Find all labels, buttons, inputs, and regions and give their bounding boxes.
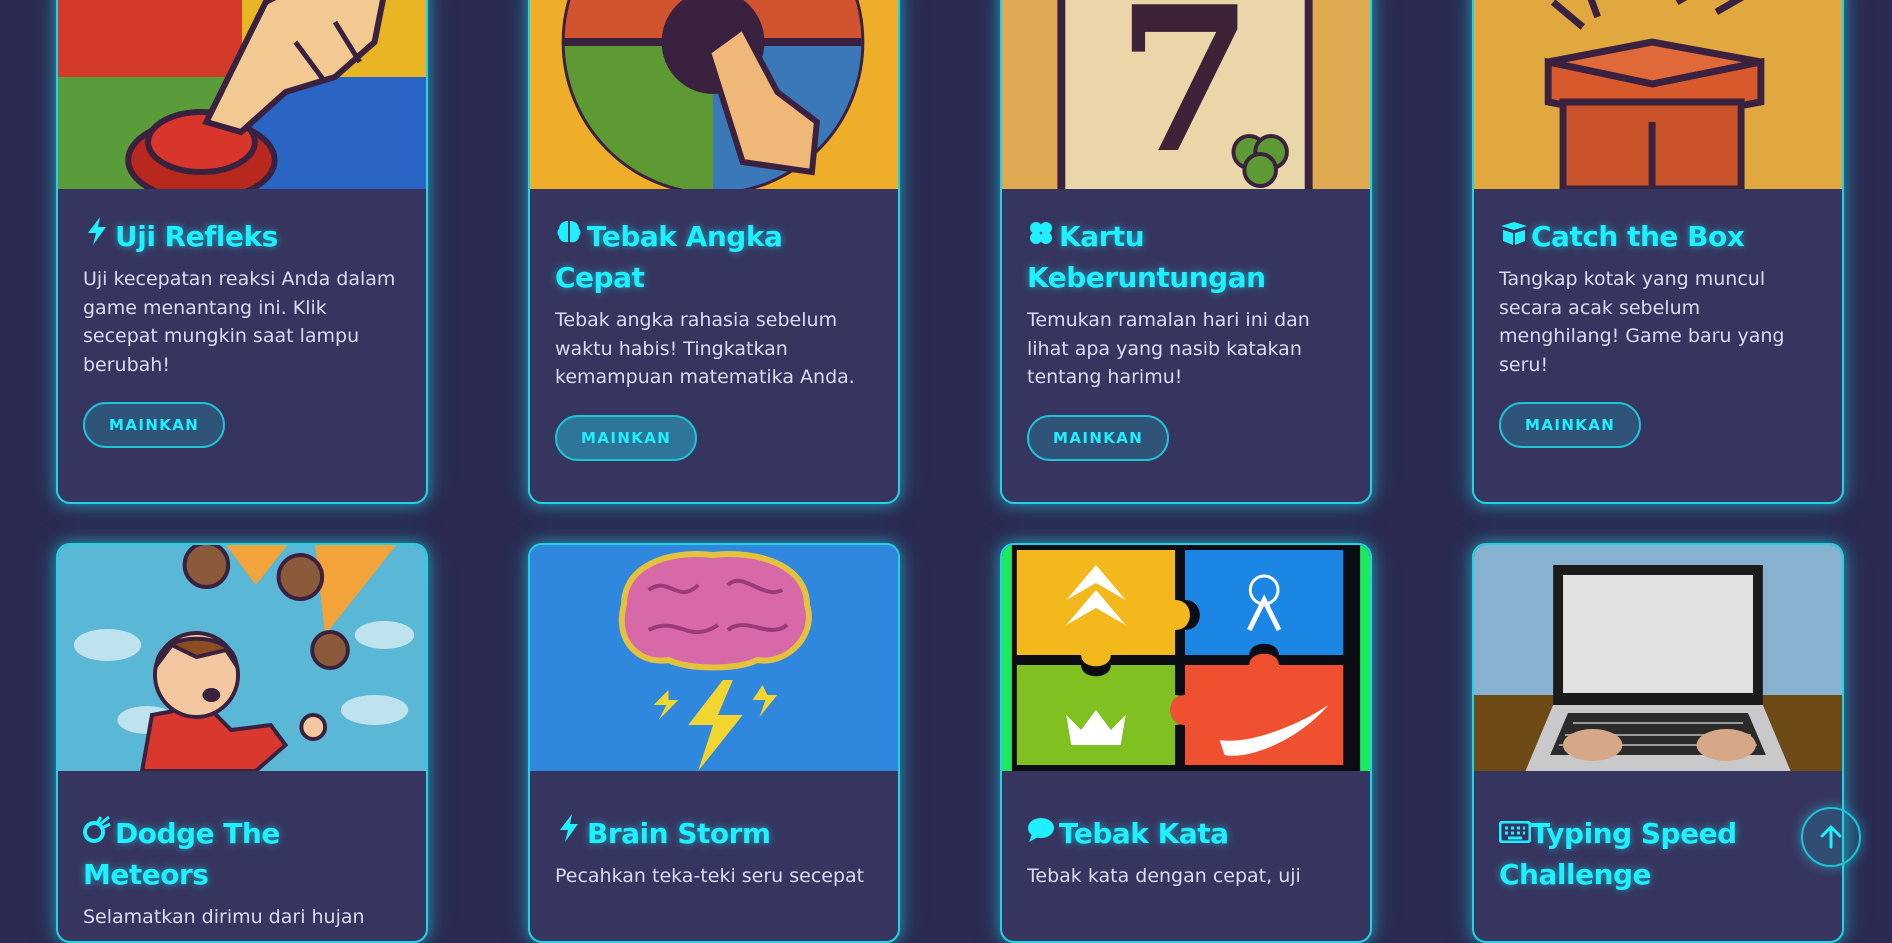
puzzle-logos-illustration — [1002, 545, 1370, 771]
game-thumbnail[interactable]: 7 — [1002, 0, 1370, 189]
game-title: Tebak Kata — [1027, 813, 1348, 854]
game-card-tebak-angka-cepat: Tebak Angka Cepat Tebak angka rahasia se… — [528, 0, 900, 504]
play-button[interactable]: MAINKAN — [83, 402, 226, 448]
meteor-illustration — [58, 545, 426, 771]
game-title: Uji Refleks — [83, 216, 404, 257]
game-card-body: Tebak Angka Cepat Tebak angka rahasia se… — [555, 216, 876, 461]
game-card-body: Tebak Kata Tebak kata dengan cepat, uji — [1027, 813, 1348, 891]
box-icon — [1499, 216, 1527, 257]
game-description: Temukan ramalan hari ini dan lihat apa y… — [1027, 309, 1310, 388]
play-button[interactable]: MAINKAN — [1027, 414, 1170, 461]
game-thumbnail[interactable] — [530, 545, 898, 771]
game-card-brain-storm: Brain Storm Pecahkan teka-teki seru sece… — [528, 543, 900, 943]
game-description: Tebak kata dengan cepat, uji — [1027, 865, 1301, 887]
game-thumbnail[interactable] — [1474, 0, 1842, 189]
game-thumbnail[interactable] — [1002, 545, 1370, 771]
reflex-button-illustration — [58, 0, 426, 189]
game-card-body: Brain Storm Pecahkan teka-teki seru sece… — [555, 813, 876, 891]
game-title: Typing Speed Challenge — [1498, 813, 1820, 895]
game-card-uji-refleks: Uji Refleks Uji kecepatan reaksi Anda da… — [56, 0, 428, 504]
game-title: Dodge The Meteors — [83, 813, 404, 895]
game-description: Uji kecepatan reaksi Anda dalam game men… — [83, 268, 396, 376]
brain-icon — [555, 216, 583, 257]
game-thumbnail[interactable] — [1474, 545, 1842, 771]
scroll-to-top-button[interactable] — [1801, 807, 1861, 867]
game-card-body: Kartu Keberuntungan Temukan ramalan hari… — [1027, 216, 1348, 461]
lucky-card-illustration: 7 — [1002, 0, 1370, 189]
game-card-dodge-the-meteors: Dodge The Meteors Selamatkan dirimu dari… — [56, 543, 428, 943]
box-illustration — [1474, 0, 1842, 189]
game-grid: Uji Refleks Uji kecepatan reaksi Anda da… — [0, 0, 1892, 943]
game-card-tebak-kata: Tebak Kata Tebak kata dengan cepat, uji — [1000, 543, 1372, 943]
speech-bubble-icon — [1027, 813, 1055, 854]
laptop-typing-illustration — [1474, 545, 1842, 771]
clover-icon — [1027, 216, 1055, 257]
game-title: Kartu Keberuntungan — [1027, 216, 1348, 298]
game-card-typing-speed-challenge: Typing Speed Challenge — [1472, 543, 1844, 943]
game-thumbnail[interactable] — [58, 545, 426, 771]
game-card-body: Dodge The Meteors Selamatkan dirimu dari… — [83, 813, 404, 932]
game-description: Tangkap kotak yang muncul secara acak se… — [1499, 268, 1785, 376]
game-thumbnail[interactable] — [530, 0, 898, 189]
game-description: Pecahkan teka-teki seru secepat — [555, 865, 865, 887]
lightning-icon — [555, 813, 583, 854]
keyboard-icon — [1498, 813, 1532, 854]
play-button[interactable]: MAINKAN — [1499, 402, 1642, 448]
brain-lightning-illustration — [530, 545, 898, 771]
game-title: Brain Storm — [555, 813, 876, 854]
play-button[interactable]: MAINKAN — [555, 414, 698, 461]
meteor-icon — [83, 813, 111, 854]
game-title: Catch the Box — [1499, 216, 1820, 257]
game-card-body: Typing Speed Challenge — [1498, 813, 1820, 895]
game-thumbnail[interactable] — [58, 0, 426, 189]
game-description: Selamatkan dirimu dari hujan — [83, 906, 365, 928]
game-title: Tebak Angka Cepat — [555, 216, 876, 298]
svg-text:7: 7 — [1116, 0, 1254, 189]
number-wheel-illustration — [530, 0, 898, 189]
game-card-catch-the-box: Catch the Box Tangkap kotak yang muncul … — [1472, 0, 1844, 504]
arrow-up-icon — [1820, 825, 1842, 849]
game-card-body: Catch the Box Tangkap kotak yang muncul … — [1499, 216, 1820, 448]
lightning-icon — [83, 216, 111, 257]
game-card-body: Uji Refleks Uji kecepatan reaksi Anda da… — [83, 216, 404, 448]
game-card-kartu-keberuntungan: 7 Kartu Keberuntungan Temukan ramalan ha… — [1000, 0, 1372, 504]
game-description: Tebak angka rahasia sebelum waktu habis!… — [555, 309, 855, 388]
